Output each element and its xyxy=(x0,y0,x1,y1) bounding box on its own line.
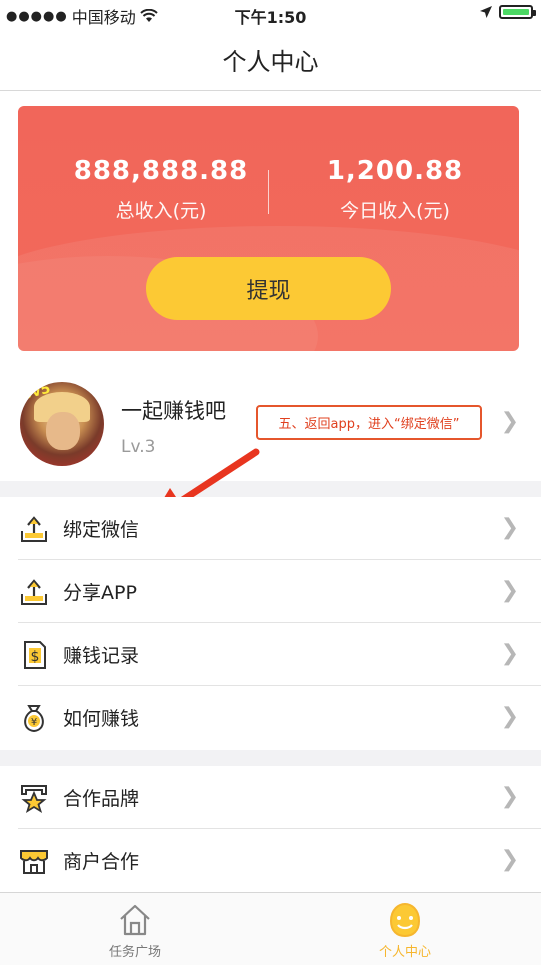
nav-bar: 个人中心 xyxy=(0,28,541,91)
upload-tray-icon xyxy=(21,579,47,605)
menu-item-label: 合作品牌 xyxy=(63,788,140,810)
total-income-label: 总收入(元) xyxy=(115,200,207,222)
income-card: 888,888.88 总收入(元) 1,200.88 今日收入(元) 提现 xyxy=(18,106,519,351)
status-right xyxy=(479,5,536,19)
menu-item-earning-records[interactable]: $ 赚钱记录 ❯ xyxy=(0,623,541,686)
chevron-right-icon: ❯ xyxy=(500,784,519,809)
chevron-right-icon: ❯ xyxy=(500,704,519,729)
menu-item-label: 分享APP xyxy=(63,582,137,604)
today-income: 1,200.88 今日收入(元) xyxy=(295,156,495,223)
page-title: 个人中心 xyxy=(222,47,319,76)
today-income-label: 今日收入(元) xyxy=(340,200,450,222)
menu-item-merchant-cooperation[interactable]: 商户合作 ❯ xyxy=(0,829,541,892)
avatar: 5v5 xyxy=(20,382,104,466)
menu-group-1: 绑定微信 ❯ 分享APP ❯ $ 赚钱记录 ❯ ¥ 如何赚钱 ❯ xyxy=(0,497,541,750)
storefront-icon xyxy=(20,850,48,874)
tab-bar: 任务广场 个人中心 xyxy=(0,892,541,965)
star-badge-icon xyxy=(21,785,47,814)
menu-item-share-app[interactable]: 分享APP ❯ xyxy=(0,560,541,623)
chevron-right-icon: ❯ xyxy=(500,515,519,540)
menu-item-label: 绑定微信 xyxy=(63,519,140,541)
location-arrow-icon xyxy=(480,6,492,18)
svg-text:$: $ xyxy=(31,649,40,665)
smiley-face-icon xyxy=(389,902,421,938)
profile-level: Lv.3 xyxy=(121,437,156,457)
chevron-right-icon: ❯ xyxy=(500,578,519,603)
tab-label: 任务广场 xyxy=(108,945,161,960)
chevron-right-icon: ❯ xyxy=(500,847,519,872)
withdraw-button[interactable]: 提现 xyxy=(146,257,391,320)
house-icon xyxy=(120,904,150,936)
annotation-callout: 五、返回app，进入“绑定微信” xyxy=(256,405,482,440)
menu-item-label: 如何赚钱 xyxy=(63,708,140,730)
menu-item-how-to-earn[interactable]: ¥ 如何赚钱 ❯ xyxy=(0,686,541,749)
income-divider xyxy=(268,170,269,214)
menu-item-label: 商户合作 xyxy=(63,851,140,873)
chevron-right-icon: ❯ xyxy=(500,641,519,666)
status-time: 下午1:50 xyxy=(234,8,307,27)
svg-text:¥: ¥ xyxy=(31,717,37,728)
tab-task-square[interactable]: 任务广场 xyxy=(70,901,200,960)
chevron-right-icon: ❯ xyxy=(500,409,519,434)
menu-item-bind-wechat[interactable]: 绑定微信 ❯ xyxy=(0,497,541,560)
money-bag-icon: ¥ xyxy=(24,705,44,733)
dollar-document-icon: $ xyxy=(24,641,46,669)
total-income: 888,888.88 总收入(元) xyxy=(61,156,261,223)
total-income-value: 888,888.88 xyxy=(73,156,249,186)
battery-icon xyxy=(499,5,536,19)
menu-item-label: 赚钱记录 xyxy=(63,645,140,667)
status-bar: ●●●●● 中国移动 下午1:50 xyxy=(0,0,541,28)
profile-nickname: 一起赚钱吧 xyxy=(121,399,226,423)
upload-tray-icon xyxy=(21,516,47,542)
today-income-value: 1,200.88 xyxy=(326,156,464,186)
tab-personal-center[interactable]: 个人中心 xyxy=(340,901,470,960)
tab-label: 个人中心 xyxy=(378,945,431,960)
menu-item-partner-brands[interactable]: 合作品牌 ❯ xyxy=(0,766,541,829)
menu-group-2: 合作品牌 ❯ 商户合作 ❯ xyxy=(0,766,541,892)
